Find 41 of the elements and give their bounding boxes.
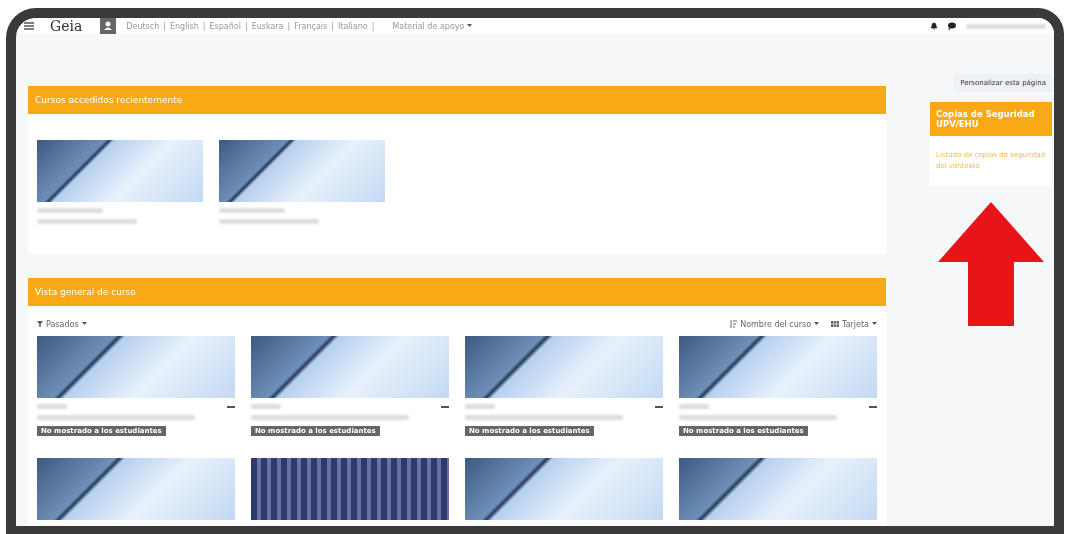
chat-icon[interactable] (948, 22, 956, 30)
language-link[interactable]: English (169, 21, 199, 31)
block-title: Copias de Seguridad UPV/EHU (930, 102, 1052, 136)
sort-dropdown[interactable]: Nombre del curso (730, 319, 820, 329)
bell-icon[interactable] (930, 22, 938, 30)
support-menu[interactable]: Material de apoyo (392, 21, 473, 31)
language-link[interactable]: Español (209, 21, 241, 31)
language-link[interactable]: Euskara (251, 21, 284, 31)
separator-text: | (163, 21, 166, 31)
language-link[interactable]: Deutsch (126, 21, 160, 31)
section-header: Cursos accedidos recientemente (28, 86, 886, 114)
language-link[interactable]: Français (294, 21, 328, 31)
filter-icon (37, 321, 43, 327)
more-icon[interactable] (227, 405, 235, 408)
caret-icon (467, 24, 473, 28)
blurred-text (37, 208, 104, 213)
menu-icon[interactable] (24, 22, 34, 30)
blurred-text (679, 404, 709, 409)
separator-text: | (331, 21, 334, 31)
view-dropdown[interactable]: Tarjeta (831, 319, 877, 329)
caret-icon (872, 322, 877, 326)
arrow-icon (938, 202, 1044, 327)
blurred-text (465, 404, 495, 409)
more-icon[interactable] (869, 405, 877, 408)
caret-icon (814, 322, 820, 326)
more-icon[interactable] (655, 405, 663, 408)
language-link[interactable]: Italiano (337, 21, 368, 31)
separator-text: | (287, 21, 291, 31)
blurred-text (251, 404, 281, 409)
blurred-text (219, 208, 286, 213)
separator-text: | (244, 21, 248, 31)
separator-text: | (371, 21, 375, 31)
more-icon[interactable] (441, 405, 449, 408)
blurred-text (37, 404, 67, 409)
separator-text: | (202, 21, 206, 31)
caret-icon (81, 322, 87, 326)
logo[interactable]: Geia (50, 18, 83, 34)
section-header: Vista general de curso (28, 278, 886, 306)
filter-dropdown[interactable]: Pasados (37, 319, 87, 329)
sort-icon (730, 320, 738, 328)
grid-icon (831, 321, 840, 327)
